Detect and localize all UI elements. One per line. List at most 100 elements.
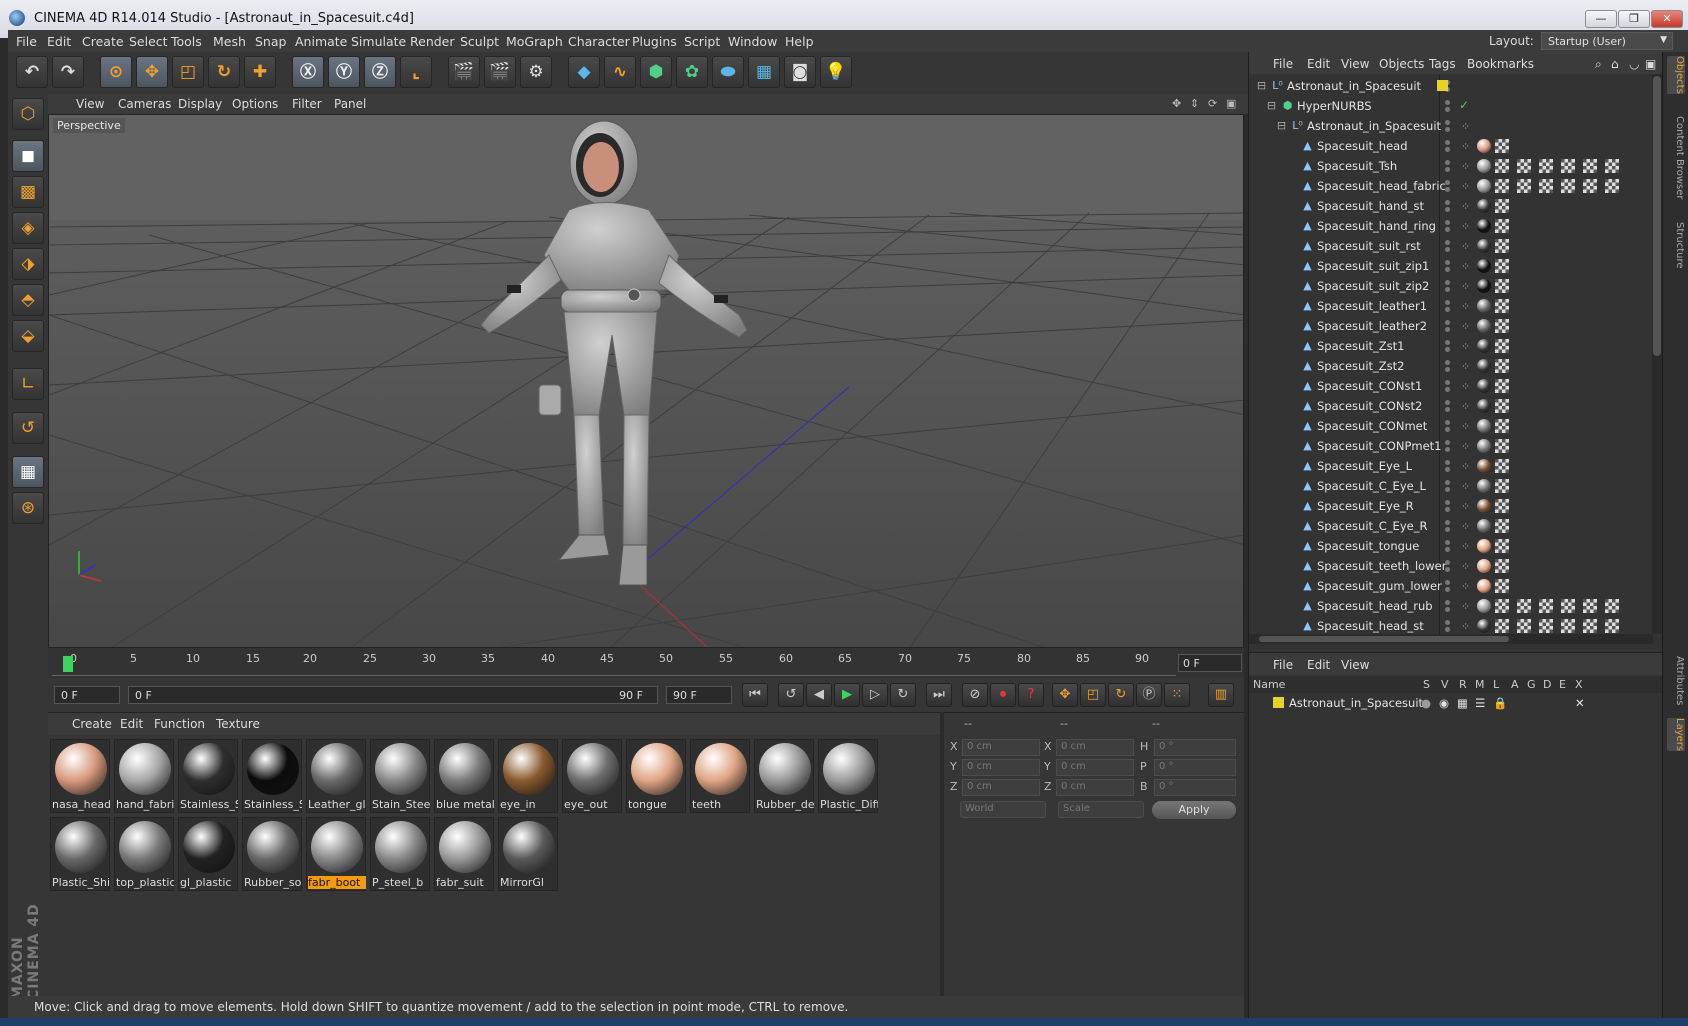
object-name[interactable]: Spacesuit_suit_zip1 — [1317, 259, 1429, 273]
mat-menu-texture[interactable]: Texture — [216, 717, 260, 731]
menu-select[interactable]: Select — [129, 34, 168, 49]
texture-tag-icon[interactable] — [1517, 159, 1531, 173]
material-name[interactable]: nasa_head — [52, 798, 110, 811]
object-row[interactable]: ⊟ L⁰ Astronaut_in_Spacesuit — [1249, 76, 1651, 96]
material-swatch[interactable]: P_steel_b — [370, 817, 430, 891]
material-tag-icon[interactable] — [1477, 179, 1491, 193]
material-name[interactable]: teeth — [692, 798, 750, 811]
obj-menu-tags[interactable]: Tags — [1429, 57, 1456, 71]
menu-animate[interactable]: Animate — [295, 34, 347, 49]
object-name[interactable]: Spacesuit_Eye_L — [1317, 459, 1412, 473]
make-editable-icon[interactable]: ⬡ — [12, 98, 44, 130]
layer-row[interactable]: Astronaut_in_Spacesuit ● ◉ ▦ ☰ 🔒 ✕ — [1249, 694, 1663, 712]
material-tag-icon[interactable] — [1477, 299, 1491, 313]
object-row[interactable]: ▲ Spacesuit_C_Eye_L ⁘ — [1249, 476, 1651, 496]
visibility-dots[interactable] — [1445, 460, 1451, 474]
material-name[interactable]: tongue — [628, 798, 686, 811]
object-name[interactable]: Spacesuit_leather1 — [1317, 299, 1427, 313]
material-swatch[interactable]: Leather_gl — [306, 739, 366, 813]
phong-tag-icon[interactable]: ⁘ — [1461, 620, 1470, 633]
y-axis-lock-icon[interactable]: Ⓨ — [328, 56, 360, 88]
object-row[interactable]: ▲ Spacesuit_tongue ⁘ — [1249, 536, 1651, 556]
material-tag-icon[interactable] — [1477, 199, 1491, 213]
object-row[interactable]: ⊟ L⁰ Astronaut_in_Spacesuit ⁘ — [1249, 116, 1651, 136]
object-row[interactable]: ▲ Spacesuit_Tsh ⁘ — [1249, 156, 1651, 176]
object-vscrollbar[interactable] — [1652, 74, 1662, 634]
scale-tool-icon[interactable]: ◰ — [172, 56, 204, 88]
material-name[interactable]: Rubber_so — [244, 876, 302, 889]
model-mode-icon[interactable]: ◼ — [12, 140, 44, 172]
coord-scale-dropdown[interactable]: Scale — [1058, 801, 1144, 818]
texture-tag-icon[interactable] — [1495, 339, 1509, 353]
layer-menu-file[interactable]: File — [1273, 658, 1293, 672]
position-z-field[interactable]: 0 cm — [962, 779, 1040, 796]
material-tag-icon[interactable] — [1477, 559, 1491, 573]
floor-icon[interactable]: ▦ — [748, 56, 780, 88]
object-name[interactable]: Spacesuit_C_Eye_R — [1317, 519, 1427, 533]
obj-menu-objects[interactable]: Objects — [1379, 57, 1424, 71]
texture-tag-icon[interactable] — [1583, 599, 1597, 613]
layer-render-icon[interactable]: ▦ — [1457, 696, 1468, 710]
material-swatch[interactable]: Stainless_S — [242, 739, 302, 813]
texture-tag-icon[interactable] — [1495, 319, 1509, 333]
material-tag-icon[interactable] — [1477, 499, 1491, 513]
menu-window[interactable]: Window — [728, 34, 777, 49]
object-row[interactable]: ▲ Spacesuit_suit_zip1 ⁘ — [1249, 256, 1651, 276]
texture-tag-icon[interactable] — [1495, 299, 1509, 313]
phong-tag-icon[interactable]: ⁘ — [1461, 140, 1470, 153]
mograph-cloner-icon[interactable]: ✿ — [676, 56, 708, 88]
texture-tag-icon[interactable] — [1495, 279, 1509, 293]
autokey-icon[interactable]: ? — [1018, 683, 1044, 707]
menu-sculpt[interactable]: Sculpt — [460, 34, 499, 49]
texture-tag-icon[interactable] — [1495, 139, 1509, 153]
object-row[interactable]: ▲ Spacesuit_head_fabric ⁘ — [1249, 176, 1651, 196]
z-axis-lock-icon[interactable]: Ⓩ — [364, 56, 396, 88]
go-to-end-icon[interactable]: ⏭ — [926, 683, 952, 707]
next-key-icon[interactable]: ↻ — [890, 683, 916, 707]
texture-tag-icon[interactable] — [1495, 479, 1509, 493]
object-row[interactable]: ▲ Spacesuit_CONst2 ⁘ — [1249, 396, 1651, 416]
visibility-dots[interactable] — [1445, 580, 1451, 594]
layer-visible-icon[interactable]: ◉ — [1439, 696, 1449, 710]
material-name[interactable]: Plastic_Diff — [820, 798, 878, 811]
tweak-mode-icon[interactable]: ↺ — [12, 412, 44, 444]
play-icon[interactable]: ▶ — [834, 683, 860, 707]
apply-button[interactable]: Apply — [1152, 801, 1236, 819]
position-x-field[interactable]: 0 cm — [962, 739, 1040, 756]
render-settings-icon[interactable]: ⚙ — [520, 56, 552, 88]
visibility-dots[interactable] — [1445, 300, 1451, 314]
tab-layers[interactable]: Layers — [1667, 718, 1685, 752]
object-row[interactable]: ▲ Spacesuit_C_Eye_R ⁘ — [1249, 516, 1651, 536]
spline-icon[interactable]: ∿ — [604, 56, 636, 88]
render-view-icon[interactable]: 🎬 — [448, 56, 480, 88]
material-swatch[interactable]: Rubber_de — [754, 739, 814, 813]
texture-tag-icon[interactable] — [1495, 619, 1509, 633]
visibility-dots[interactable] — [1445, 440, 1451, 454]
material-tag-icon[interactable] — [1477, 359, 1491, 373]
redo-icon[interactable]: ↷ — [52, 56, 84, 88]
material-swatch[interactable]: gl_plastic — [178, 817, 238, 891]
texture-tag-icon[interactable] — [1561, 179, 1575, 193]
mat-menu-function[interactable]: Function — [154, 717, 205, 731]
object-name[interactable]: Spacesuit_C_Eye_L — [1317, 479, 1426, 493]
mat-menu-create[interactable]: Create — [72, 717, 112, 731]
key-position-icon[interactable]: ✥ — [1052, 683, 1078, 707]
phong-tag-icon[interactable]: ⁘ — [1461, 420, 1470, 433]
go-to-start-icon[interactable]: ⏮ — [742, 683, 768, 707]
new-panel-icon[interactable]: ▣ — [1645, 57, 1656, 71]
object-name[interactable]: Spacesuit_suit_rst — [1317, 239, 1421, 253]
layer-manager-icon[interactable]: ☰ — [1475, 696, 1485, 710]
phong-tag-icon[interactable]: ⁘ — [1461, 580, 1470, 593]
texture-tag-icon[interactable] — [1517, 179, 1531, 193]
layer-menu-view[interactable]: View — [1341, 658, 1369, 672]
texture-tag-icon[interactable] — [1495, 379, 1509, 393]
rotation-p-field[interactable]: 0 ° — [1154, 759, 1236, 776]
viewport-menu-display[interactable]: Display — [178, 97, 222, 111]
texture-tag-icon[interactable] — [1561, 599, 1575, 613]
object-name[interactable]: Spacesuit_CONPmet1 — [1317, 439, 1442, 453]
material-tag-icon[interactable] — [1477, 219, 1491, 233]
layout-dropdown[interactable]: Startup (User) ▼ — [1541, 32, 1673, 50]
material-name[interactable]: top_plastic — [116, 876, 174, 889]
visibility-dots[interactable] — [1445, 480, 1451, 494]
texture-mode-icon[interactable]: ▩ — [12, 176, 44, 208]
